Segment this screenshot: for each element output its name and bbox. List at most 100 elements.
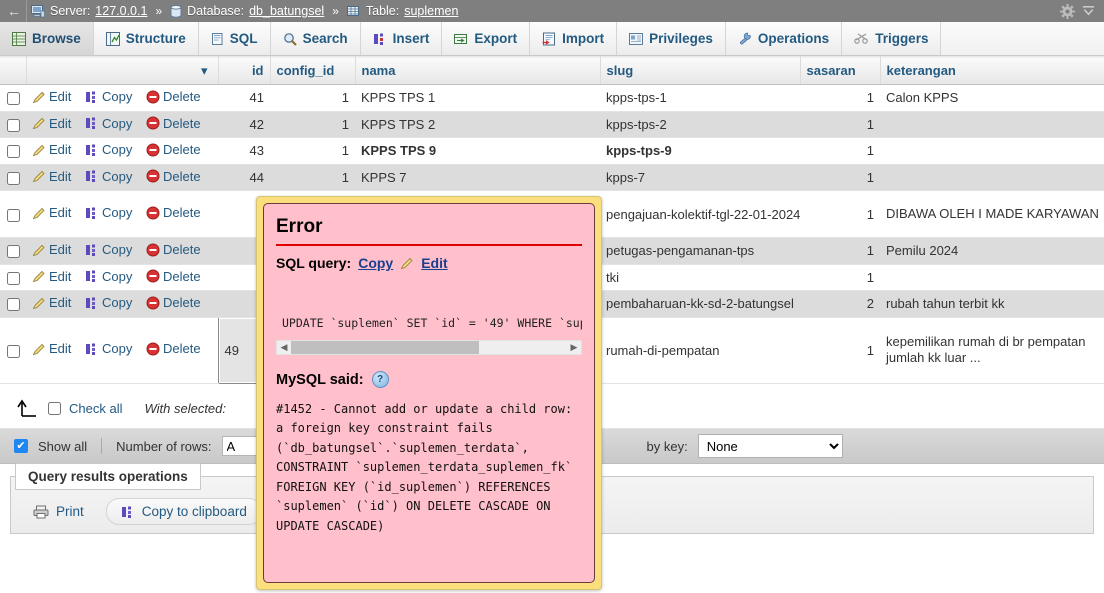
cell-slug[interactable]: pengajuan-kolektif-tgl-22-01-2024 xyxy=(600,190,800,238)
cell-sasaran[interactable]: 1 xyxy=(800,84,880,112)
delete-link[interactable]: Delete xyxy=(146,295,201,310)
cell-slug[interactable]: rumah-di-pempatan xyxy=(600,317,800,384)
row-checkbox-cell[interactable] xyxy=(0,137,26,165)
tab-privileges[interactable]: Privileges xyxy=(617,22,726,55)
cell-sasaran[interactable]: 1 xyxy=(800,190,880,238)
scroll-right-arrow-icon[interactable]: ▶ xyxy=(567,342,581,353)
cell-sasaran[interactable]: 1 xyxy=(800,317,880,384)
cell-keterangan[interactable] xyxy=(880,264,1104,291)
edit-link[interactable]: Edit xyxy=(32,142,71,157)
row-select-checkbox[interactable] xyxy=(6,298,20,312)
cell-slug[interactable]: pembaharuan-kk-sd-2-batungsel xyxy=(600,290,800,318)
row-checkbox-cell[interactable] xyxy=(0,190,26,238)
cell-sasaran[interactable]: 1 xyxy=(800,137,880,165)
row-checkbox-cell[interactable] xyxy=(0,111,26,138)
sql-edit-link[interactable]: Edit xyxy=(421,255,447,271)
table-row[interactable]: Edit Copy Delete 43 1 KPPS TPS 9 kpps-tp… xyxy=(0,137,1104,165)
row-select-checkbox[interactable] xyxy=(6,145,20,159)
copy-link[interactable]: Copy xyxy=(85,169,132,184)
copy-link[interactable]: Copy xyxy=(85,116,132,131)
tab-export[interactable]: Export xyxy=(442,22,531,55)
cell-keterangan[interactable] xyxy=(880,164,1104,191)
row-checkbox-cell[interactable] xyxy=(0,264,26,291)
row-select-checkbox[interactable] xyxy=(6,118,20,132)
copy-link[interactable]: Copy xyxy=(85,269,132,284)
edit-link[interactable]: Edit xyxy=(32,116,71,131)
tab-search[interactable]: Search xyxy=(270,22,361,55)
cell-nama[interactable]: KPPS TPS 1 xyxy=(355,84,600,112)
table-row[interactable]: Edit Copy Delete 44 1 KPPS 7 kpps-7 1 xyxy=(0,164,1104,191)
tab-import[interactable]: Import xyxy=(530,22,618,55)
cell-keterangan[interactable]: rubah tahun terbit kk xyxy=(880,290,1104,318)
tab-sql[interactable]: SQL xyxy=(198,22,271,55)
delete-link[interactable]: Delete xyxy=(146,242,201,257)
edit-link[interactable]: Edit xyxy=(32,295,71,310)
row-checkbox-cell[interactable] xyxy=(0,164,26,191)
copy-link[interactable]: Copy xyxy=(85,89,132,104)
edit-link[interactable]: Edit xyxy=(32,341,71,356)
edit-link[interactable]: Edit xyxy=(32,89,71,104)
cell-sasaran[interactable]: 1 xyxy=(800,111,880,138)
tab-browse[interactable]: Browse xyxy=(0,22,94,55)
delete-link[interactable]: Delete xyxy=(146,142,201,157)
edit-link[interactable]: Edit xyxy=(32,242,71,257)
cell-id[interactable]: 42 xyxy=(218,111,270,138)
scroll-left-arrow-icon[interactable]: ◀ xyxy=(277,342,291,353)
cell-id[interactable]: 43 xyxy=(218,137,270,165)
breadcrumb-server[interactable]: Server: 127.0.0.1 xyxy=(27,4,151,18)
delete-link[interactable]: Delete xyxy=(146,89,201,104)
cell-slug[interactable]: kpps-tps-1 xyxy=(600,84,800,112)
show-all-checkbox[interactable]: ✔ xyxy=(14,439,28,453)
breadcrumb-table[interactable]: Table: suplemen xyxy=(343,4,463,18)
cell-nama[interactable]: KPPS TPS 9 xyxy=(355,137,600,165)
breadcrumb-database[interactable]: Database: db_batungsel xyxy=(166,4,328,18)
row-select-checkbox[interactable] xyxy=(6,245,20,259)
tab-operations[interactable]: Operations xyxy=(725,22,843,55)
delete-link[interactable]: Delete xyxy=(146,116,201,131)
sql-code-horizontal-scrollbar[interactable]: ◀ ▶ xyxy=(276,340,582,355)
scrollbar-thumb[interactable] xyxy=(291,341,479,354)
cell-nama[interactable]: KPPS 7 xyxy=(355,164,600,191)
delete-link[interactable]: Delete xyxy=(146,269,201,284)
cell-nama[interactable]: KPPS TPS 2 xyxy=(355,111,600,138)
cell-config-id[interactable]: 1 xyxy=(270,84,355,112)
cell-sasaran[interactable]: 1 xyxy=(800,237,880,265)
header-id[interactable]: id xyxy=(218,56,271,85)
row-select-checkbox[interactable] xyxy=(6,271,20,285)
row-select-checkbox[interactable] xyxy=(6,208,20,222)
cell-keterangan[interactable]: DIBAWA OLEH I MADE KARYAWAN xyxy=(880,190,1104,238)
cell-slug[interactable]: tki xyxy=(600,264,800,291)
header-slug[interactable]: slug xyxy=(600,56,801,85)
cell-config-id[interactable]: 1 xyxy=(270,164,355,191)
tab-triggers[interactable]: Triggers xyxy=(842,22,942,55)
sql-copy-link[interactable]: Copy xyxy=(358,255,393,271)
edit-link[interactable]: Edit xyxy=(32,169,71,184)
row-checkbox-cell[interactable] xyxy=(0,290,26,318)
cell-id[interactable]: 44 xyxy=(218,164,270,191)
print-button[interactable]: Print xyxy=(25,499,92,524)
row-checkbox-cell[interactable] xyxy=(0,84,26,112)
header-keterangan[interactable]: keterangan xyxy=(880,56,1104,85)
cell-sasaran[interactable]: 2 xyxy=(800,290,880,318)
cell-keterangan[interactable] xyxy=(880,111,1104,138)
header-sasaran[interactable]: sasaran xyxy=(800,56,881,85)
copy-to-clipboard-button[interactable]: Copy to clipboard xyxy=(105,498,262,525)
cell-keterangan[interactable]: Pemilu 2024 xyxy=(880,237,1104,265)
header-config-id[interactable]: config_id xyxy=(270,56,356,85)
gear-icon[interactable] xyxy=(1060,3,1075,19)
cell-sasaran[interactable]: 1 xyxy=(800,164,880,191)
back-arrow-button[interactable]: ← xyxy=(0,3,26,19)
table-row[interactable]: Edit Copy Delete 41 1 KPPS TPS 1 kpps-tp… xyxy=(0,84,1104,112)
cell-slug[interactable]: kpps-7 xyxy=(600,164,800,191)
sort-marker[interactable]: ▾ xyxy=(201,63,208,78)
cell-keterangan[interactable] xyxy=(880,137,1104,165)
delete-link[interactable]: Delete xyxy=(146,341,201,356)
cell-keterangan[interactable]: Calon KPPS xyxy=(880,84,1104,112)
cell-slug[interactable]: kpps-tps-9 xyxy=(600,137,800,165)
tab-structure[interactable]: Structure xyxy=(93,22,199,55)
row-checkbox-cell[interactable] xyxy=(0,237,26,265)
scrollbar-track[interactable] xyxy=(291,341,567,354)
cell-keterangan[interactable]: kepemilikan rumah di br pempatan jumlah … xyxy=(880,317,1104,384)
delete-link[interactable]: Delete xyxy=(146,205,201,220)
copy-link[interactable]: Copy xyxy=(85,341,132,356)
